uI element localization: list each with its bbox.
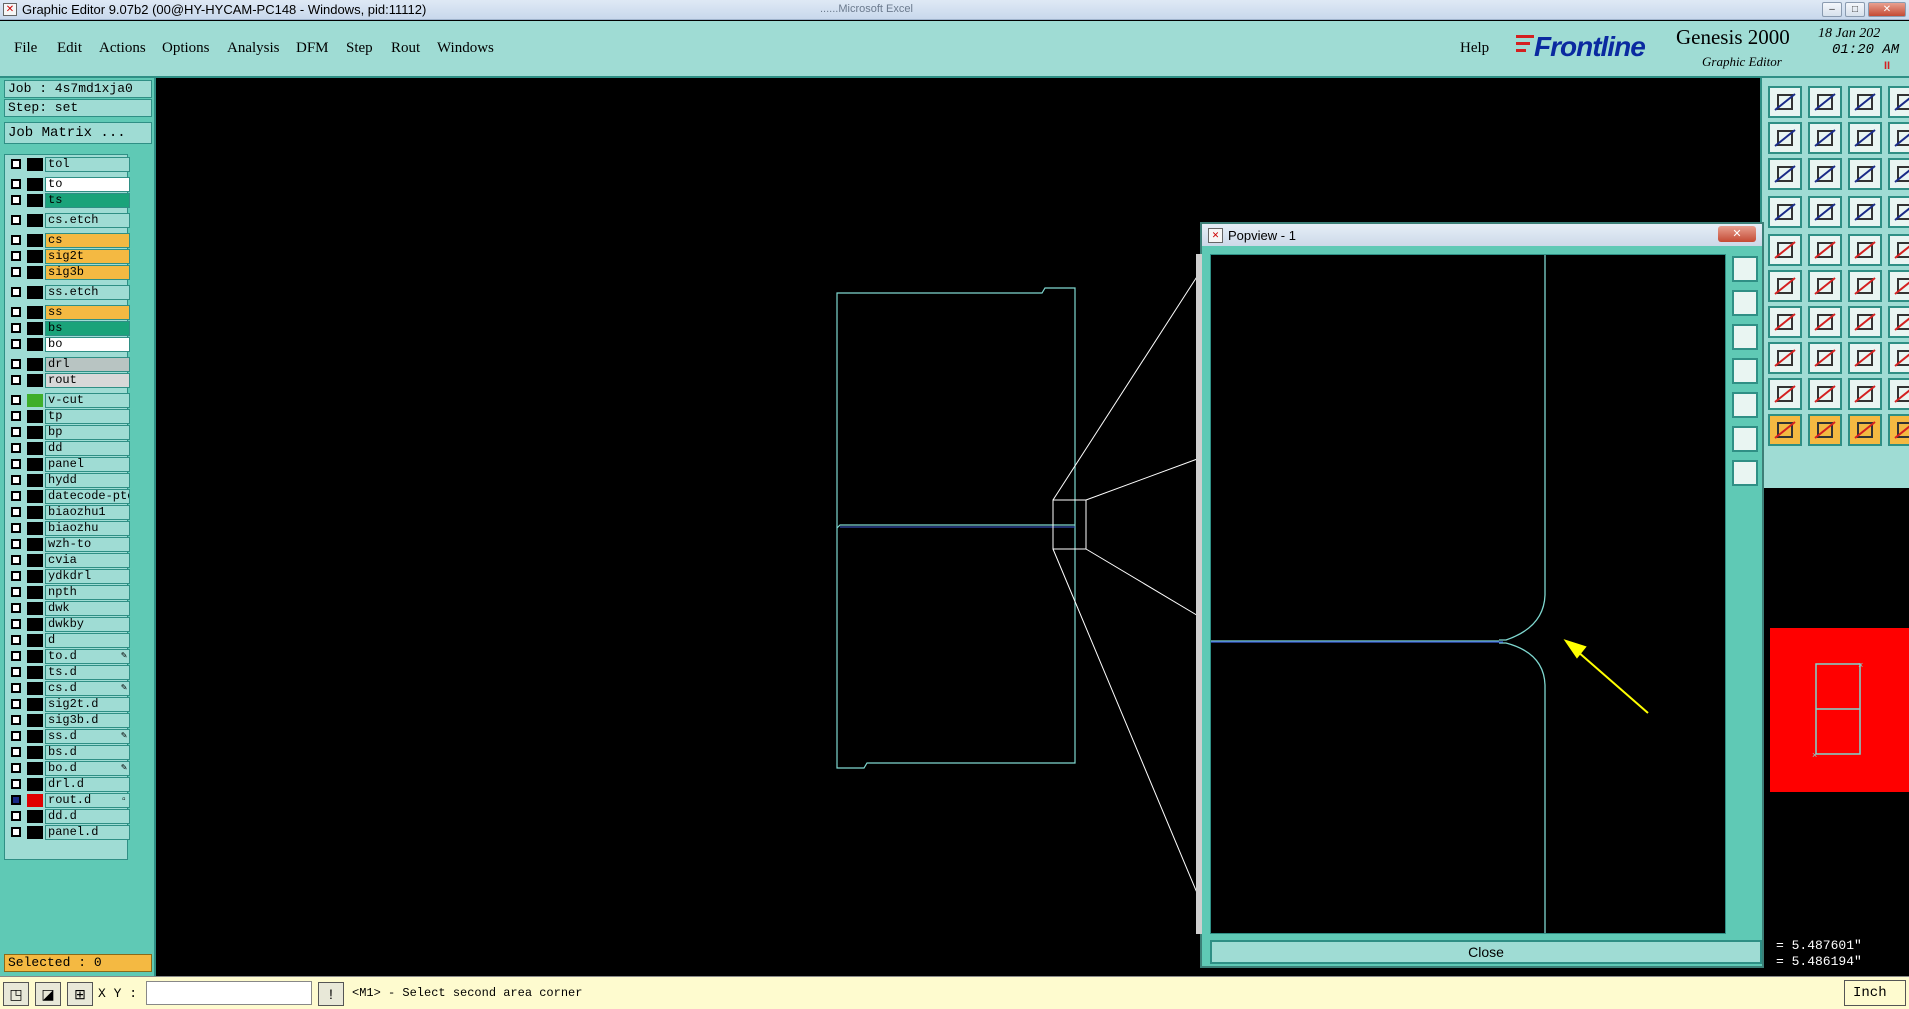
xy-label: X Y : [98,986,138,1001]
snap-intersect-icon[interactable]: ⊞ [67,982,93,1006]
layer-compare-icon[interactable] [1848,196,1882,228]
split-icon[interactable] [1888,122,1909,154]
popview-title-bar[interactable]: ✕ Popview - 1 ✕ [1202,224,1762,246]
board-outline [836,287,1076,769]
window-icon[interactable] [1888,86,1909,118]
cross-icon[interactable] [1808,270,1842,302]
popview-pan-right-icon[interactable] [1732,392,1758,418]
popview-title: Popview - 1 [1228,228,1296,243]
svg-text:×: × [1858,660,1863,670]
right-toolbar [1760,78,1909,488]
snap-icon[interactable] [1848,342,1882,374]
grid-icon[interactable] [1808,196,1842,228]
snap-grid-icon[interactable]: ◳ [3,982,29,1006]
highlight-arrow-icon [1563,639,1649,714]
status-bar: ◳ ◪ ⊞ X Y : ! <M1> - Select second area … [0,976,1909,1009]
popview-window: ✕ Popview - 1 ✕ Close [1196,222,1764,968]
pan-down-icon[interactable] [1808,86,1842,118]
cluster-icon[interactable] [1888,342,1909,374]
popview-canvas[interactable] [1210,254,1726,934]
popview-zoom-box-icon[interactable] [1732,256,1758,282]
popview-close-button[interactable]: Close [1210,940,1762,964]
svg-text:×: × [1812,750,1817,760]
overview-area: × × = 5.487601" = 5.486194" [1770,488,1909,976]
snap-center-icon[interactable]: ◪ [35,982,61,1006]
popview-scrollbar[interactable] [1196,254,1202,934]
node-icon[interactable] [1768,270,1802,302]
diagonal-icon[interactable] [1808,306,1842,338]
zoom-fit-icon[interactable] [1808,158,1842,190]
move-node-icon[interactable] [1768,342,1802,374]
pan-right-icon[interactable] [1808,122,1842,154]
zoom-in-icon[interactable] [1768,158,1802,190]
ruler-icon[interactable] [1848,234,1882,266]
readout-x: = 5.487601" [1776,938,1862,953]
select-highlight-icon[interactable] [1848,414,1882,446]
popview-pan-up-icon[interactable] [1732,290,1758,316]
fence-icon[interactable] [1888,306,1909,338]
angle-icon[interactable] [1768,306,1802,338]
popview-icon: ✕ [1208,228,1223,243]
scale-half-icon[interactable] [1848,122,1882,154]
xy-input[interactable] [146,981,312,1005]
pad-icon[interactable] [1768,234,1802,266]
popview-pan-left-icon[interactable] [1732,358,1758,384]
circle-icon[interactable] [1888,234,1909,266]
break-line-icon[interactable] [1808,342,1842,374]
triangle-c-icon[interactable] [1888,378,1909,410]
popview-zoom-out-icon[interactable] [1732,460,1758,486]
popview-pan-down-icon[interactable] [1732,324,1758,350]
info-button[interactable]: ! [318,982,344,1006]
status-message: <M1> - Select second area corner [352,986,583,1000]
line-draw-icon[interactable] [1808,234,1842,266]
select-pointer-icon[interactable] [1808,414,1842,446]
select-icon[interactable] [1768,414,1802,446]
popview-zoom-in-icon[interactable] [1732,426,1758,452]
help-icon[interactable] [1888,158,1909,190]
triangle-a-icon[interactable] [1808,378,1842,410]
arc-point-icon[interactable] [1848,270,1882,302]
popview-close-icon[interactable]: ✕ [1718,226,1756,242]
home-icon[interactable] [1848,86,1882,118]
arc-red-icon[interactable] [1888,270,1909,302]
measure-icon[interactable] [1768,196,1802,228]
scale-1-2-icon[interactable] [1848,158,1882,190]
readout-y: = 5.486194" [1776,954,1862,969]
select-move-icon[interactable] [1888,414,1909,446]
overview-map[interactable]: × × [1770,628,1909,792]
units-selector[interactable]: Inch [1844,980,1906,1006]
triangle-icon[interactable] [1768,378,1802,410]
triangle-b-icon[interactable] [1848,378,1882,410]
pan-left-icon[interactable] [1768,122,1802,154]
popview-outline [1211,255,1546,933]
pan-up-icon[interactable] [1768,86,1802,118]
undo-arc-icon[interactable] [1848,306,1882,338]
layer-swap-icon[interactable] [1888,196,1909,228]
